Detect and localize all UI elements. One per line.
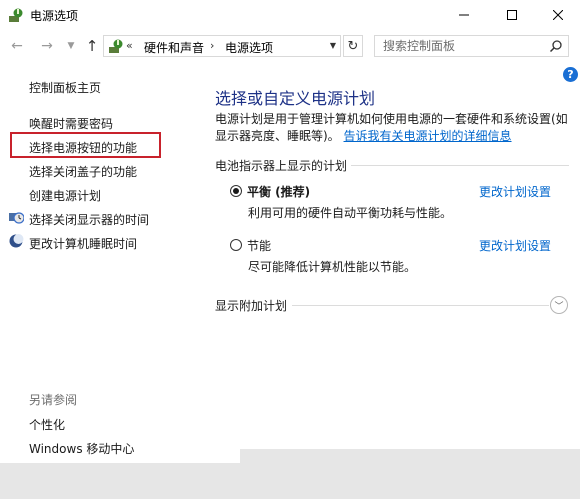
power-button-link[interactable]: 选择电源按钮的功能 <box>29 139 137 156</box>
up-arrow-icon[interactable]: ↑ <box>83 37 101 55</box>
breadcrumb-hardware-sound[interactable]: 硬件和声音 <box>144 39 204 56</box>
window-title: 电源选项 <box>30 9 79 23</box>
balanced-plan-name[interactable]: 平衡 (推荐) <box>247 183 310 200</box>
lid-close-link[interactable]: 选择关闭盖子的功能 <box>29 163 137 180</box>
refresh-icon: ↻ <box>347 38 359 54</box>
minimize-icon <box>459 14 469 16</box>
require-password-link[interactable]: 唤醒时需要密码 <box>29 115 113 132</box>
page-description: 电源计划是用于管理计算机如何使用电源的一套硬件和系统设置(如显示器亮度、睡眠等)… <box>215 111 570 145</box>
radio-selected-dot <box>233 188 239 194</box>
breadcrumb-overflow[interactable]: « <box>126 39 133 52</box>
power-saver-change-settings-link[interactable]: 更改计划设置 <box>479 237 551 254</box>
balanced-radio[interactable] <box>230 185 242 197</box>
back-arrow-icon[interactable]: ← <box>8 37 26 55</box>
create-plan-link[interactable]: 创建电源计划 <box>29 187 101 204</box>
chevron-down-icon: ﹀ <box>554 301 564 312</box>
power-options-window: 电源选项 ← → ▼ ↑ « 硬件和声音 › 电源选项 ▼ ↻ 搜索控制面板 ?… <box>0 0 580 499</box>
sleep-time-link[interactable]: 更改计算机睡眠时间 <box>29 235 137 252</box>
breadcrumb-power-options[interactable]: 电源选项 <box>225 39 273 56</box>
display-timer-icon <box>9 212 24 224</box>
power-saver-plan-desc: 尽可能降低计算机性能以节能。 <box>248 260 417 274</box>
maximize-button[interactable] <box>489 0 535 30</box>
address-bar[interactable]: « 硬件和声音 › 电源选项 <box>103 35 341 57</box>
search-input[interactable] <box>375 36 553 56</box>
balanced-change-settings-link[interactable]: 更改计划设置 <box>479 183 551 200</box>
search-box[interactable] <box>374 35 569 57</box>
refresh-button[interactable]: ↻ <box>343 35 363 57</box>
control-panel-icon <box>109 39 123 53</box>
search-icon <box>549 40 562 53</box>
breadcrumb-separator[interactable]: › <box>210 39 214 52</box>
power-options-icon <box>9 8 23 22</box>
bottom-gray-strip <box>0 463 580 499</box>
close-icon <box>553 10 563 20</box>
more-plans-divider <box>292 305 549 306</box>
balanced-plan-desc: 利用可用的硬件自动平衡功耗与性能。 <box>248 206 453 220</box>
help-icon[interactable]: ? <box>563 67 578 82</box>
maximize-icon <box>507 10 517 20</box>
power-saver-plan-name[interactable]: 节能 <box>247 237 271 254</box>
address-dropdown-icon[interactable]: ▼ <box>325 35 341 55</box>
expand-button[interactable]: ﹀ <box>550 296 568 314</box>
personalization-link[interactable]: 个性化 <box>29 416 65 433</box>
display-off-link[interactable]: 选择关闭显示器的时间 <box>29 211 149 228</box>
minimize-button[interactable] <box>441 0 487 30</box>
mobility-center-link[interactable]: Windows 移动中心 <box>29 440 134 457</box>
show-more-plans-label[interactable]: 显示附加计划 <box>215 297 287 314</box>
section-label: 电池指示器上显示的计划 <box>215 159 348 173</box>
title-bar: 电源选项 <box>0 0 580 30</box>
control-panel-home-link[interactable]: 控制面板主页 <box>29 79 101 96</box>
learn-more-link[interactable]: 告诉我有关电源计划的详细信息 <box>344 129 512 143</box>
see-also-label: 另请参阅 <box>29 393 78 407</box>
close-button[interactable] <box>535 0 580 30</box>
section-divider <box>351 165 569 166</box>
power-saver-radio[interactable] <box>230 239 242 251</box>
page-title: 选择或自定义电源计划 <box>215 89 376 108</box>
sleep-moon-icon <box>9 234 24 248</box>
forward-arrow-icon[interactable]: → <box>38 37 56 55</box>
recent-locations-icon[interactable]: ▼ <box>62 37 80 55</box>
